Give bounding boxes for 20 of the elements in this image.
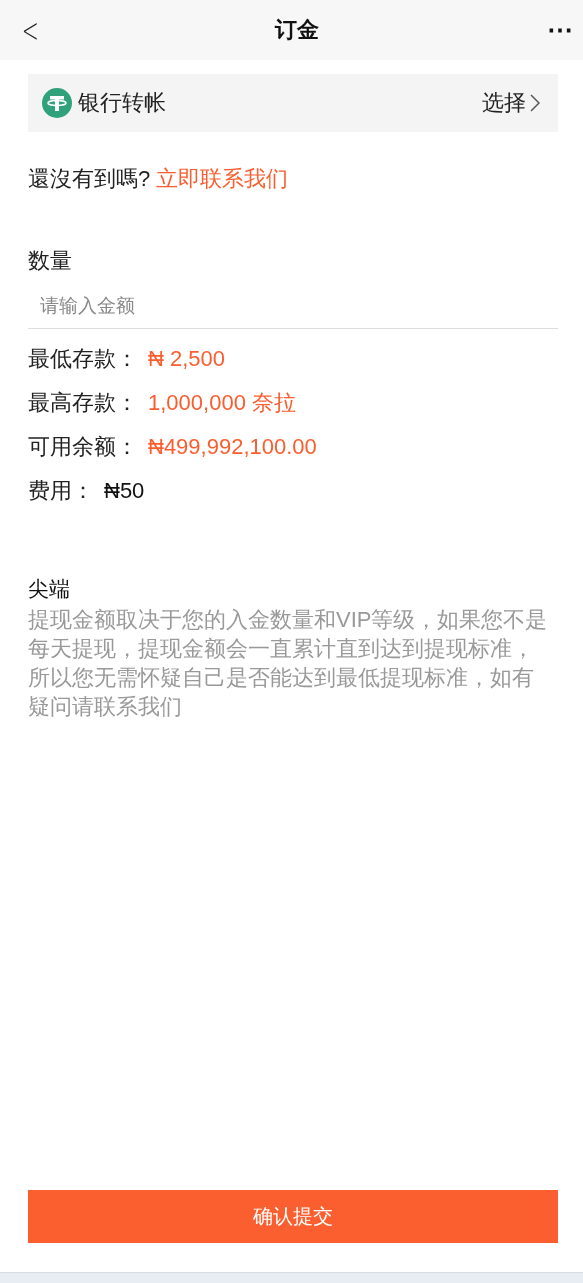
payment-method-row[interactable]: 银行转帐 选择 (28, 74, 558, 132)
coin-icon (42, 88, 72, 118)
amount-label: 数量 (28, 247, 73, 275)
tip-text: 提现金额取决于您的入金数量和VIP等级，如果您不是每天提现，提现金额会一直累计直到达到提现标准，所以您无需怀疑自己是否能达到最低提现标准，如有疑问请联系我们 (28, 606, 549, 721)
info-label: 可用余额： (28, 433, 138, 461)
contact-prompt: 還沒有到嗎? (28, 166, 151, 191)
more-button[interactable]: ⋯ (545, 14, 575, 46)
select-link[interactable]: 选择 (482, 88, 540, 118)
info-value: ₦499,992,100.00 (148, 434, 317, 460)
info-value: ₦ 2,500 (148, 346, 226, 372)
page-title: 订金 (274, 16, 319, 44)
info-value: 1,000,000 奈拉 (148, 389, 296, 417)
back-button[interactable]: < (19, 13, 42, 47)
info-label: 费用： (28, 477, 94, 505)
chevron-right-icon (530, 94, 540, 112)
tip-title: 尖端 (28, 576, 71, 602)
info-value: ₦50 (104, 478, 145, 504)
payment-method-name: 银行转帐 (78, 89, 166, 117)
info-label: 最高存款： (28, 389, 138, 417)
info-label: 最低存款： (28, 345, 138, 373)
